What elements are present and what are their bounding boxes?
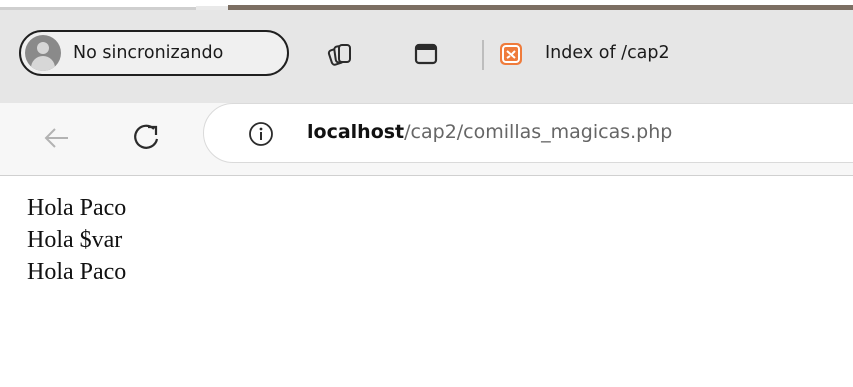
address-toolbar: localhost/cap2/comillas_magicas.php bbox=[0, 103, 853, 175]
address-bar[interactable]: localhost/cap2/comillas_magicas.php bbox=[203, 103, 853, 163]
avatar-icon bbox=[25, 35, 61, 71]
tab-title[interactable]: Index of /cap2 bbox=[545, 43, 670, 63]
window-top-edge bbox=[0, 0, 853, 10]
info-icon[interactable] bbox=[248, 121, 274, 147]
tab-divider bbox=[482, 40, 484, 70]
toolbar-separator bbox=[0, 175, 853, 176]
output-line: Hola Paco bbox=[27, 259, 127, 285]
collections-icon[interactable] bbox=[326, 40, 354, 68]
profile-button[interactable]: No sincronizando bbox=[19, 30, 289, 76]
url-path: /cap2/comillas_magicas.php bbox=[404, 121, 673, 143]
tab-strip: No sincronizando Index of /cap2 bbox=[0, 10, 853, 103]
browser-window: No sincronizando Index of /cap2 localhos… bbox=[0, 0, 853, 387]
output-line: Hola Paco bbox=[27, 195, 127, 221]
back-arrow-icon[interactable] bbox=[40, 121, 74, 155]
page-content: Hola Paco Hola $var Hola Paco bbox=[27, 192, 126, 288]
url-host: localhost bbox=[307, 121, 405, 143]
xampp-favicon bbox=[500, 43, 522, 65]
output-line: Hola $var bbox=[27, 227, 123, 253]
reload-icon[interactable] bbox=[128, 119, 164, 155]
profile-label: No sincronizando bbox=[73, 43, 224, 63]
tab-actions-icon[interactable] bbox=[412, 40, 440, 68]
url-text[interactable]: localhost/cap2/comillas_magicas.php bbox=[307, 121, 672, 143]
